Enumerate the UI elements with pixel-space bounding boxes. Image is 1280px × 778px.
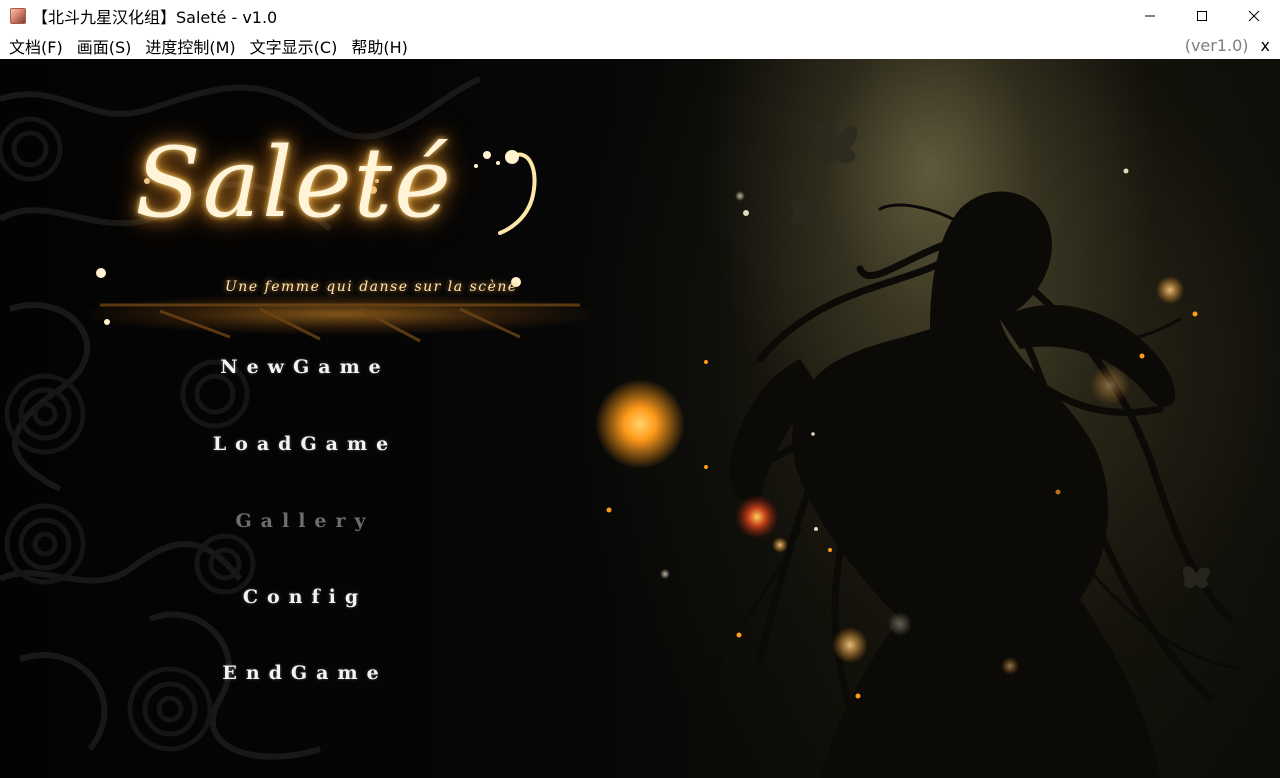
minimize-button[interactable] bbox=[1124, 0, 1176, 32]
ember-dot bbox=[1192, 311, 1198, 317]
menu-progress-control[interactable]: 进度控制(M) bbox=[138, 34, 242, 58]
menu-help[interactable]: 帮助(H) bbox=[344, 34, 415, 58]
load-game-button[interactable]: LoadGame bbox=[213, 433, 397, 455]
menu-screen[interactable]: 画面(S) bbox=[70, 34, 139, 58]
ember-dot bbox=[828, 548, 832, 552]
ember-dot bbox=[1055, 489, 1061, 495]
ember-dot bbox=[704, 465, 708, 469]
maximize-icon bbox=[1197, 11, 1207, 21]
ember-glow bbox=[735, 495, 779, 539]
dust-glow bbox=[735, 191, 745, 201]
ember-dot bbox=[736, 632, 742, 638]
ember-glow bbox=[772, 537, 788, 553]
gallery-button[interactable]: Gallery bbox=[235, 510, 374, 532]
window-controls bbox=[1124, 0, 1280, 32]
main-menu: NewGame LoadGame Gallery Config EndGame bbox=[0, 59, 610, 778]
ember-glow bbox=[1001, 657, 1019, 675]
ember-dot bbox=[855, 693, 861, 699]
ember-dot bbox=[704, 360, 708, 364]
ember-dot bbox=[1139, 353, 1145, 359]
menu-close-button[interactable]: x bbox=[1261, 36, 1270, 55]
dust-dot bbox=[814, 527, 818, 531]
butterfly-icon bbox=[791, 199, 820, 226]
new-game-button[interactable]: NewGame bbox=[220, 356, 390, 378]
dust-dot bbox=[811, 432, 815, 436]
menu-text-display[interactable]: 文字显示(C) bbox=[243, 34, 345, 58]
app-icon bbox=[10, 8, 26, 24]
window-title: 【北斗九星汉化组】Saleté - v1.0 bbox=[32, 8, 278, 27]
ember-glow bbox=[832, 627, 868, 663]
game-screen: Saleté Une femme qui danse sur la scène … bbox=[0, 59, 1280, 778]
dust-dot bbox=[743, 210, 749, 216]
minimize-icon bbox=[1145, 15, 1155, 17]
menu-right-area: (ver1.0) x bbox=[1185, 32, 1270, 59]
ember-glow bbox=[1090, 365, 1130, 405]
maximize-button[interactable] bbox=[1176, 0, 1228, 32]
ember-glow bbox=[1156, 276, 1184, 304]
butterfly-icon bbox=[815, 122, 858, 165]
menu-bar: 文档(F) 画面(S) 进度控制(M) 文字显示(C) 帮助(H) (ver1.… bbox=[0, 32, 1280, 59]
close-button[interactable] bbox=[1228, 0, 1280, 32]
dust-dot bbox=[1123, 168, 1129, 174]
menu-file[interactable]: 文档(F) bbox=[0, 34, 70, 58]
version-label: (ver1.0) bbox=[1184, 36, 1249, 55]
end-game-button[interactable]: EndGame bbox=[222, 662, 387, 684]
dust-glow bbox=[660, 569, 670, 579]
dust-glow bbox=[888, 612, 912, 636]
close-icon bbox=[1248, 10, 1260, 22]
title-bar: 【北斗九星汉化组】Saleté - v1.0 bbox=[0, 0, 1280, 32]
config-button[interactable]: Config bbox=[243, 586, 367, 608]
